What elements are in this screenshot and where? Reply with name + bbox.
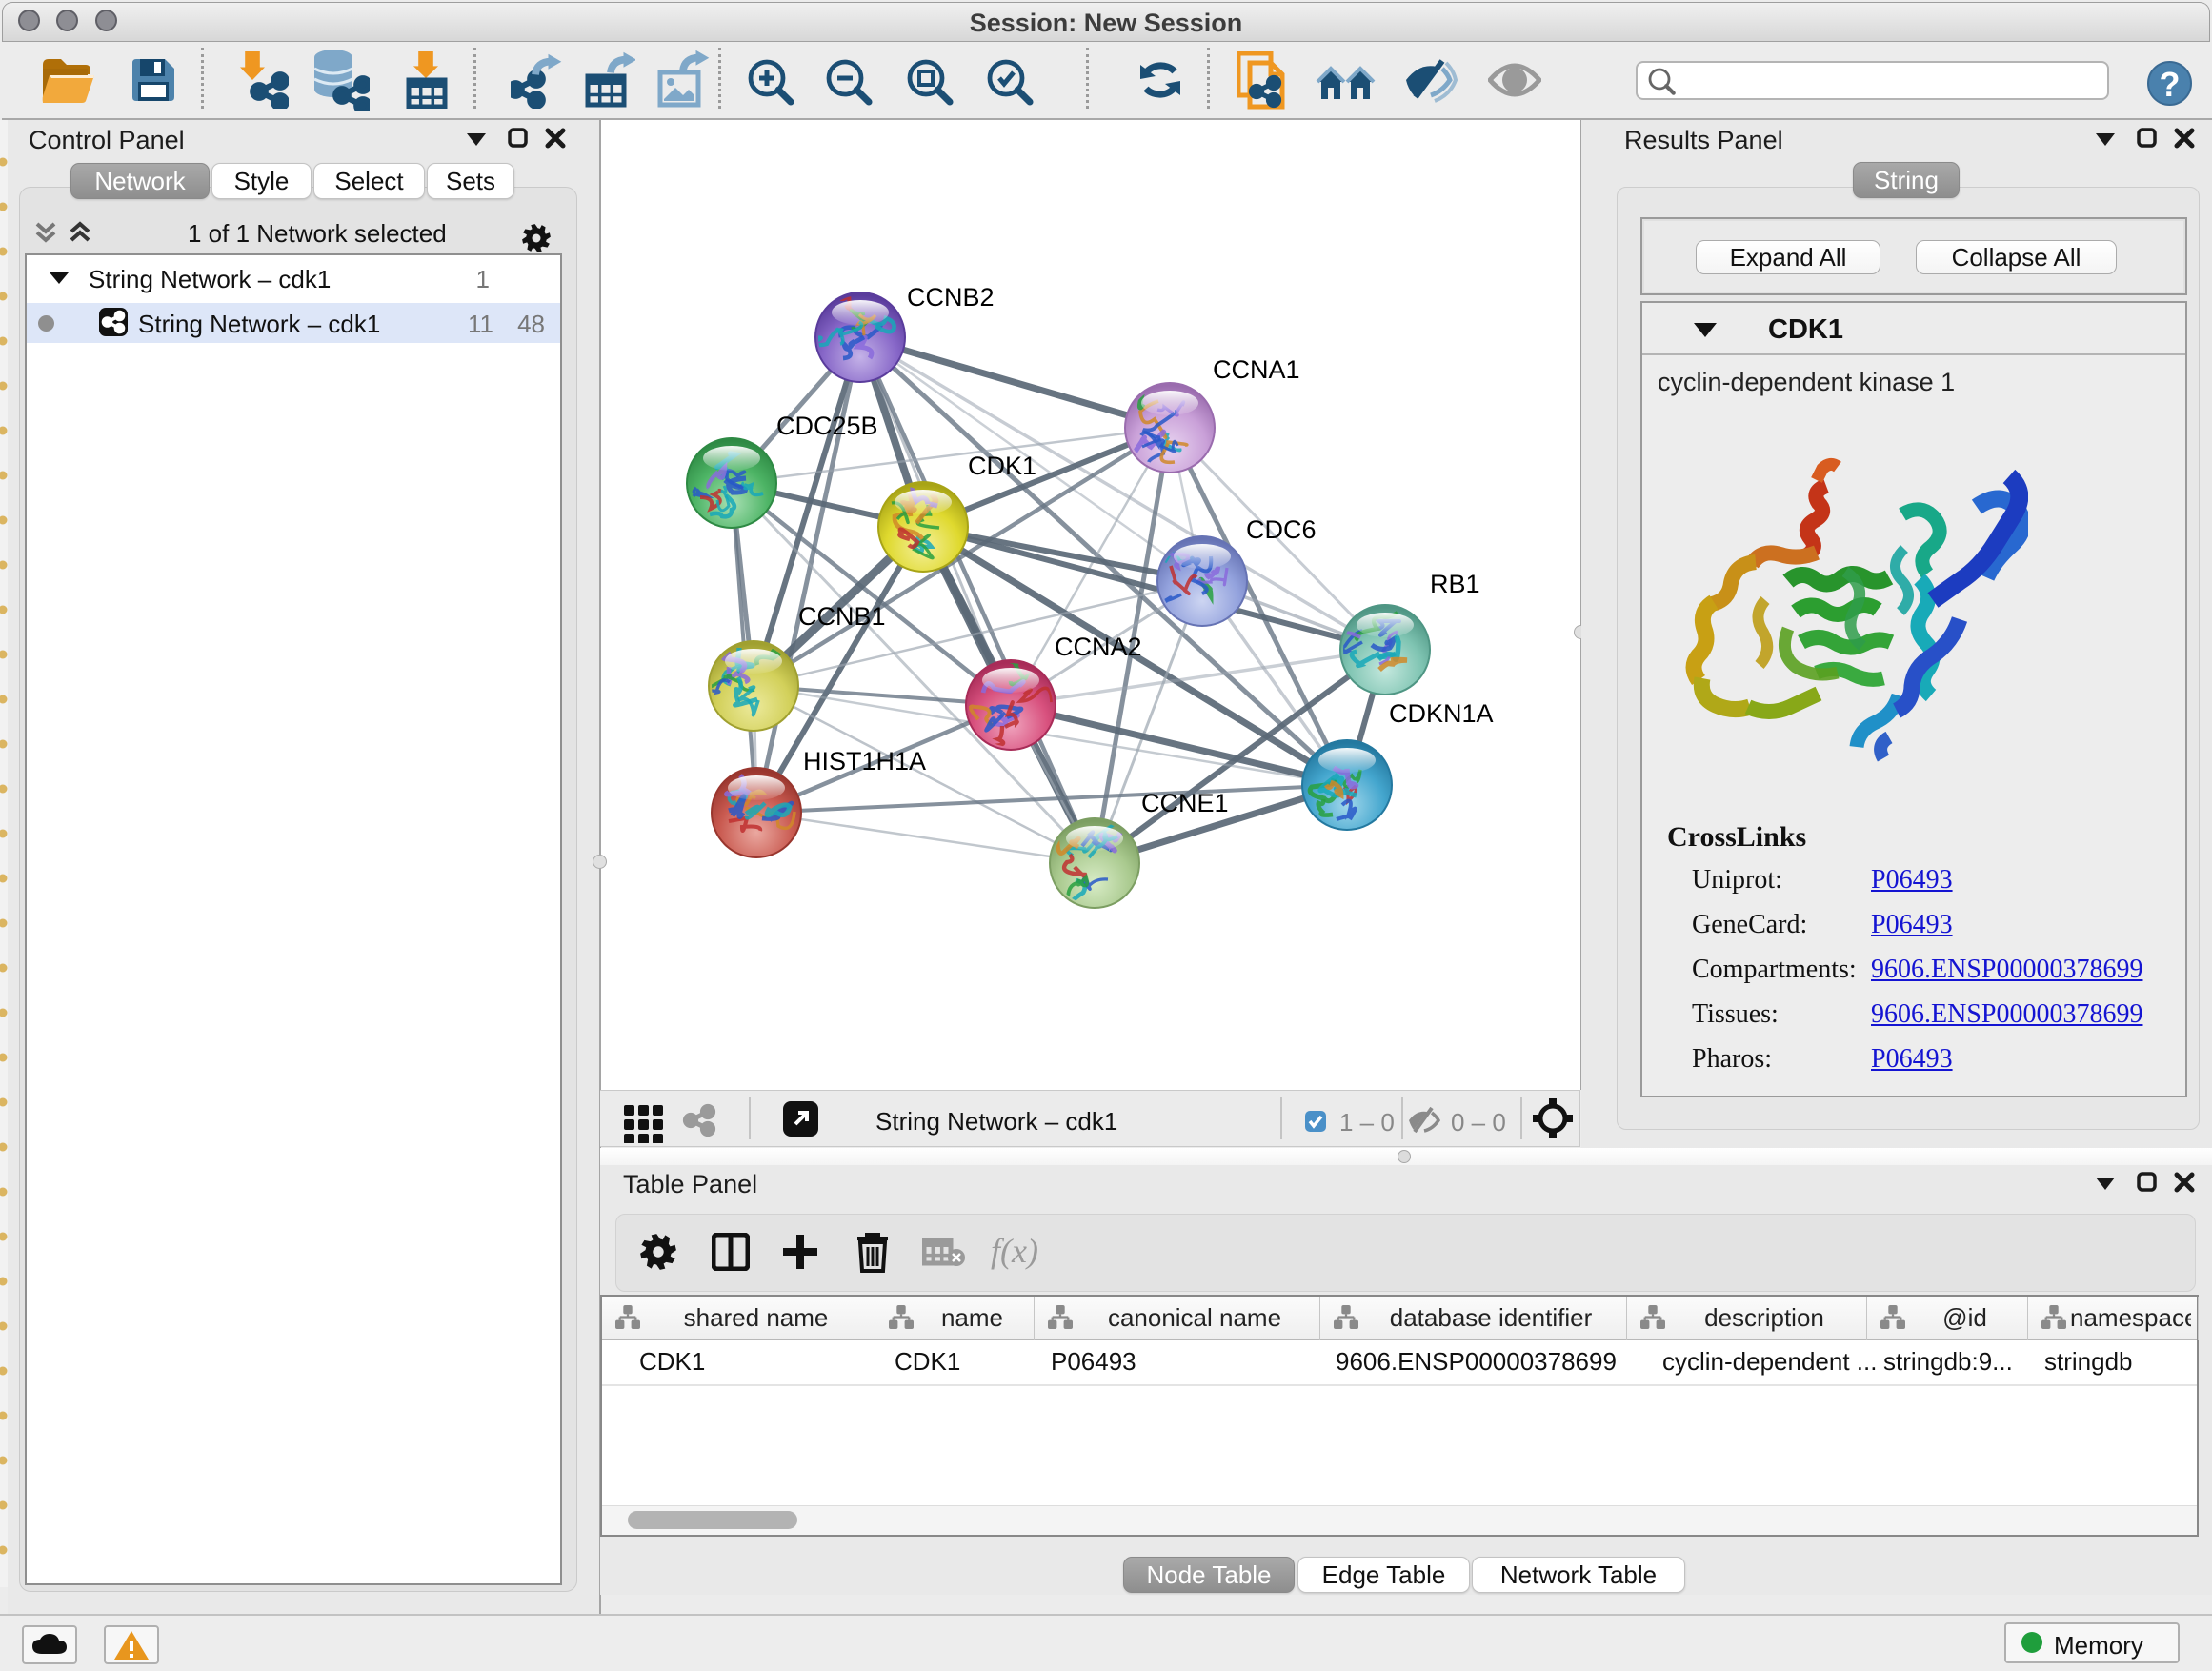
- svg-text:CCNB2: CCNB2: [907, 283, 995, 312]
- svg-text:CCNA1: CCNA1: [1213, 355, 1300, 384]
- svg-text:RB1: RB1: [1430, 570, 1480, 598]
- svg-text:CDK1: CDK1: [968, 452, 1036, 480]
- svg-text:CCNB1: CCNB1: [798, 602, 886, 631]
- svg-text:HIST1H1A: HIST1H1A: [803, 747, 926, 775]
- svg-text:CDKN1A: CDKN1A: [1389, 699, 1494, 728]
- svg-text:CDC25B: CDC25B: [776, 412, 878, 440]
- svg-text:CCNA2: CCNA2: [1055, 633, 1142, 661]
- svg-text:CDC6: CDC6: [1246, 515, 1317, 544]
- svg-text:CCNE1: CCNE1: [1141, 789, 1229, 817]
